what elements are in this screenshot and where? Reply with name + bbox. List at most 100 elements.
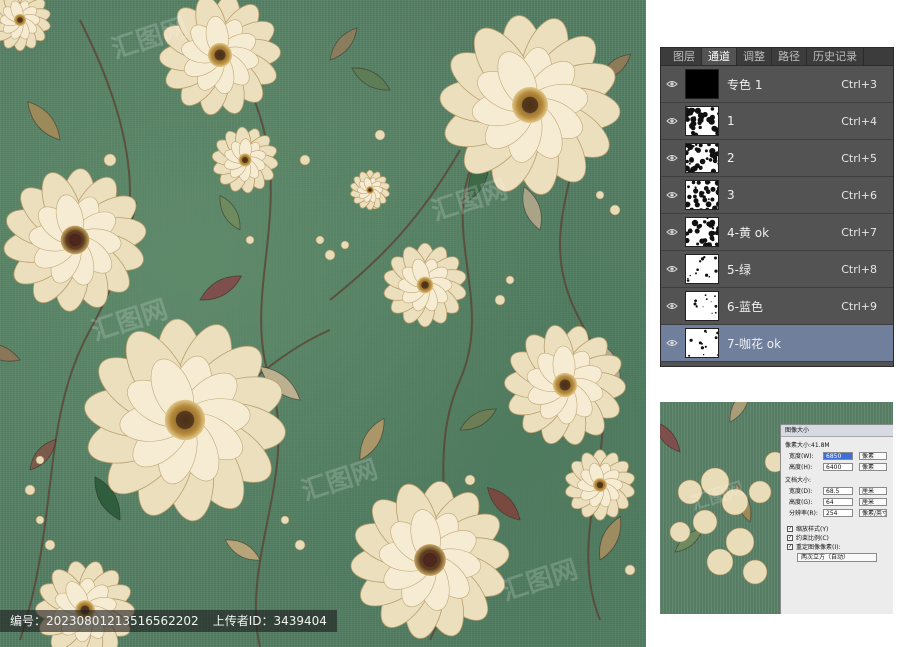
constrain-proportions-checkbox[interactable]: ✓ 约束比例(C) — [781, 533, 893, 542]
pixel-width-row: 宽度(W): 6850 像素 — [781, 450, 893, 461]
channel-thumbnail — [685, 291, 719, 321]
scale-styles-label: 缩放样式(Y) — [796, 526, 829, 533]
constrain-proportions-label: 约束比例(C) — [796, 535, 829, 542]
channel-thumbnail — [685, 254, 719, 284]
channel-thumbnail — [685, 328, 719, 358]
channel-shortcut: Ctrl+8 — [841, 262, 877, 276]
bud — [35, 455, 45, 465]
doc-width-unit-select[interactable]: 厘米 — [859, 486, 887, 495]
leaf — [0, 343, 21, 362]
bud — [464, 474, 476, 486]
leaf — [27, 101, 61, 141]
bud — [294, 539, 306, 551]
visibility-eye-icon[interactable] — [661, 80, 683, 88]
bud — [374, 129, 386, 141]
resolution-input[interactable]: 254 — [823, 508, 853, 517]
channel-name: 专色 1 — [727, 77, 763, 92]
flower — [159, 0, 281, 116]
channel-name: 4-黄 ok — [727, 225, 770, 240]
flower — [504, 325, 626, 445]
channel-thumbnail — [685, 180, 719, 210]
tab-history[interactable]: 历史记录 — [807, 48, 864, 65]
doc-width-input[interactable]: 68.5 — [823, 486, 853, 495]
resample-checkbox[interactable]: ✓ 重定图像像素(I): — [781, 542, 893, 551]
channel-row[interactable]: 5-绿 Ctrl+8 — [661, 251, 893, 288]
channel-shortcut: Ctrl+9 — [841, 299, 877, 313]
bud — [299, 154, 311, 166]
leaf — [29, 438, 57, 471]
channel-thumbnail — [685, 106, 719, 136]
leaf — [359, 417, 385, 461]
channel-list: 专色 1 Ctrl+3 1 Ctrl+4 2 Ctrl+5 3 Ctrl+6 4-黄 ok Ctr… — [661, 66, 893, 362]
scale-styles-checkbox[interactable]: ✓ 缩放样式(Y) — [781, 524, 893, 533]
leaf — [729, 402, 750, 423]
leaf — [219, 194, 241, 231]
visibility-eye-icon[interactable] — [661, 339, 683, 347]
bud — [280, 515, 290, 525]
channel-row[interactable]: 4-黄 ok Ctrl+7 — [661, 214, 893, 251]
tab-adjustments[interactable]: 调整 — [737, 48, 772, 65]
flower — [439, 15, 621, 195]
channel-row[interactable]: 6-蓝色 Ctrl+9 — [661, 288, 893, 325]
channel-row[interactable]: 专色 1 Ctrl+3 — [661, 66, 893, 103]
channel-row[interactable]: 2 Ctrl+5 — [661, 140, 893, 177]
bud — [624, 564, 636, 576]
image-size-screenshot: 汇图网 图像大小 像素大小:41.8M 宽度(W): 6850 像素 高度(H)… — [660, 402, 893, 614]
bud — [595, 190, 605, 200]
channel-shortcut: Ctrl+3 — [841, 77, 877, 91]
document-size-label: 文档大小: — [785, 477, 812, 484]
resample-method-select[interactable]: 两次立方（自动） — [797, 553, 877, 562]
flower — [35, 561, 135, 647]
bud — [669, 521, 691, 543]
visibility-eye-icon[interactable] — [661, 154, 683, 162]
bud — [315, 235, 325, 245]
bud — [725, 527, 755, 557]
visibility-eye-icon[interactable] — [661, 191, 683, 199]
bud — [700, 467, 730, 497]
pixel-width-unit-select[interactable]: 像素 — [859, 451, 887, 460]
bud — [340, 240, 350, 250]
visibility-eye-icon[interactable] — [661, 117, 683, 125]
bud — [742, 559, 768, 585]
pixel-width-label: 宽度(W): — [789, 453, 814, 460]
visibility-eye-icon[interactable] — [661, 302, 683, 310]
tab-layers[interactable]: 图层 — [667, 48, 702, 65]
channel-row[interactable]: 3 Ctrl+6 — [661, 177, 893, 214]
pixel-height-label: 高度(H): — [789, 464, 813, 471]
resolution-unit-select[interactable]: 像素/英寸 — [859, 508, 887, 517]
flower — [211, 126, 279, 194]
checkmark-icon: ✓ — [787, 525, 793, 532]
leaf — [599, 515, 622, 561]
channel-row[interactable]: 7-咖花 ok — [661, 325, 893, 362]
bud — [103, 153, 117, 167]
panel-tab-bar: 图层 通道 调整 路径 历史记录 — [661, 48, 893, 66]
bud — [324, 249, 336, 261]
channels-panel: 图层 通道 调整 路径 历史记录 专色 1 Ctrl+3 1 Ctrl+4 2 Ctrl+… — [660, 47, 894, 367]
flower — [383, 242, 467, 328]
visibility-eye-icon[interactable] — [661, 265, 683, 273]
pixel-height-unit-select[interactable]: 像素 — [859, 462, 887, 471]
pixel-width-input[interactable]: 6850 — [823, 451, 853, 460]
doc-height-input[interactable]: 64 — [823, 497, 853, 506]
flower — [3, 168, 147, 312]
channel-name: 7-咖花 ok — [727, 336, 782, 351]
flower — [0, 0, 51, 52]
channel-row[interactable]: 1 Ctrl+4 — [661, 103, 893, 140]
bud — [692, 509, 718, 535]
channel-name: 1 — [727, 114, 735, 128]
doc-height-row: 高度(G): 64 厘米 — [781, 496, 893, 507]
tab-channels[interactable]: 通道 — [702, 48, 737, 65]
channel-shortcut: Ctrl+4 — [841, 114, 877, 128]
doc-height-label: 高度(G): — [789, 499, 813, 506]
channel-name: 6-蓝色 — [727, 299, 763, 314]
doc-width-row: 宽度(D): 68.5 厘米 — [781, 485, 893, 496]
doc-height-unit-select[interactable]: 厘米 — [859, 497, 887, 506]
visibility-eye-icon[interactable] — [661, 228, 683, 236]
resample-label: 重定图像像素(I): — [796, 544, 841, 551]
leaf — [459, 408, 498, 431]
pixel-height-input[interactable]: 6400 — [823, 462, 853, 471]
tab-paths[interactable]: 路径 — [772, 48, 807, 65]
channel-shortcut: Ctrl+6 — [841, 188, 877, 202]
bud — [245, 235, 255, 245]
channel-name: 5-绿 — [727, 262, 751, 277]
